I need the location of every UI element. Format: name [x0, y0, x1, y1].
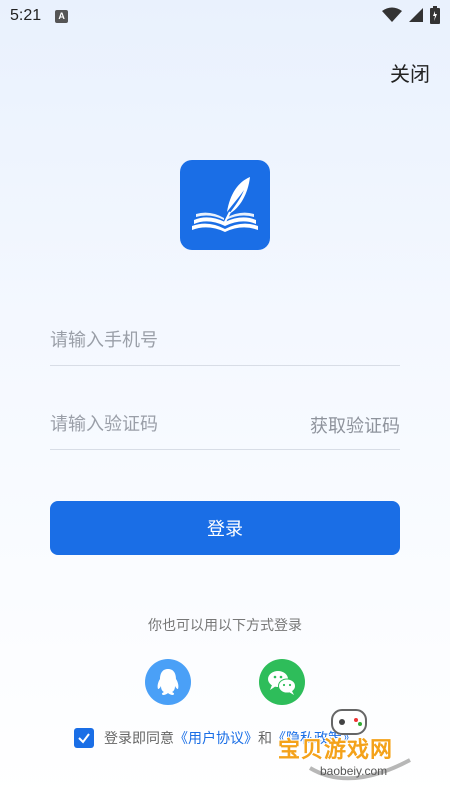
agreement-checkbox[interactable]: [74, 728, 94, 748]
status-bar: 5:21 A: [0, 0, 450, 32]
login-button[interactable]: 登录: [50, 501, 400, 555]
battery-icon: [430, 6, 440, 24]
verification-code-input[interactable]: [50, 400, 300, 448]
signal-icon: [409, 8, 423, 22]
book-quill-icon: [192, 177, 258, 232]
qq-icon: [157, 669, 179, 695]
privacy-policy-link[interactable]: 《隐私政策》: [272, 728, 356, 748]
status-time: 5:21: [10, 7, 42, 24]
wifi-icon: [382, 7, 402, 22]
wechat-login-button[interactable]: [259, 659, 305, 705]
alt-login-label: 你也可以用以下方式登录: [148, 618, 302, 634]
agreement-prefix: 登录即同意: [104, 731, 174, 747]
qq-login-button[interactable]: [145, 659, 191, 705]
watermark-url: baobeiy.com: [320, 764, 388, 778]
status-icons: [382, 6, 440, 24]
close-button[interactable]: 关闭: [390, 58, 430, 87]
wechat-icon: [268, 671, 296, 695]
phone-input[interactable]: [50, 316, 400, 364]
notification-icon: A: [55, 9, 69, 23]
user-agreement-link[interactable]: 《用户协议》: [174, 728, 258, 748]
phone-field-container: [50, 316, 400, 366]
agreement-conjunction: 和: [258, 731, 272, 747]
check-icon: [78, 733, 90, 744]
get-code-button[interactable]: 获取验证码: [310, 412, 400, 438]
code-field-container: 获取验证码: [50, 400, 400, 450]
app-logo: [180, 160, 270, 250]
agreement-row: 登录即同意 《用户协议》 和 《隐私政策》: [74, 728, 356, 748]
